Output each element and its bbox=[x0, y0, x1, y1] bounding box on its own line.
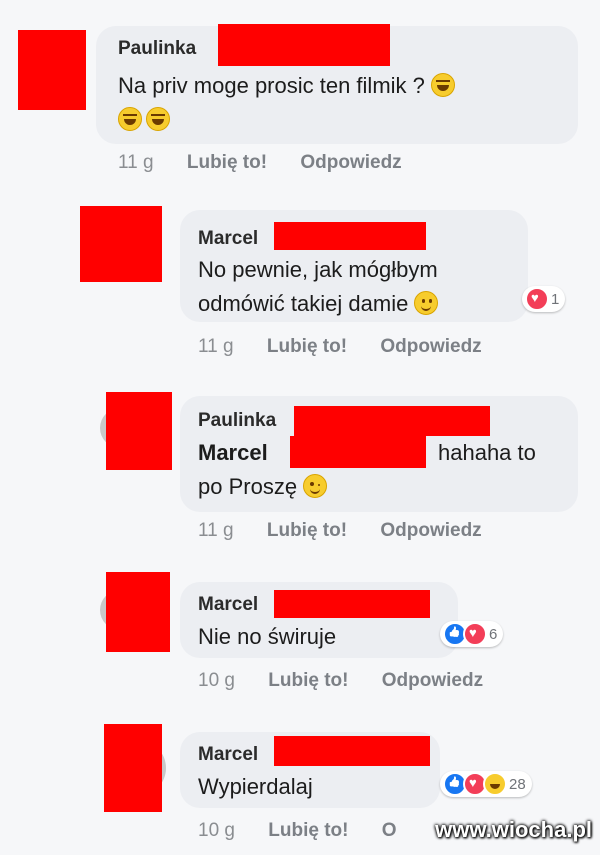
avatar[interactable] bbox=[80, 206, 162, 282]
comment-text: Marcel bbox=[198, 437, 268, 469]
author-name[interactable]: Marcel bbox=[198, 228, 258, 250]
avatar[interactable] bbox=[106, 572, 170, 652]
avatar[interactable] bbox=[104, 724, 162, 812]
winking-emoji-icon bbox=[303, 474, 328, 498]
reply-button[interactable]: O bbox=[382, 820, 397, 841]
laughing-emoji-icon bbox=[431, 73, 456, 97]
laughing-emoji-icon bbox=[146, 107, 170, 131]
reaction-summary[interactable]: 28 bbox=[440, 771, 532, 797]
comment-time[interactable]: 10 g bbox=[198, 670, 235, 691]
comment-meta: 11 g Lubię to! Odpowiedz bbox=[118, 152, 402, 174]
comment-text-line: odmówić takiej damie bbox=[198, 291, 409, 316]
comment-text: No pewnie, jak mógłbym bbox=[198, 257, 438, 282]
watermark: www.wiocha.pl bbox=[435, 817, 592, 842]
redaction-bar bbox=[274, 222, 426, 250]
comment-text: odmówić takiej damie bbox=[198, 288, 439, 320]
comment-text: Wypierdalaj bbox=[198, 774, 313, 799]
author-name[interactable]: Paulinka bbox=[118, 38, 196, 60]
redaction-bar bbox=[218, 24, 390, 66]
reply-button[interactable]: Odpowiedz bbox=[380, 520, 481, 541]
reply-button[interactable]: Odpowiedz bbox=[300, 152, 401, 173]
laughing-emoji-icon bbox=[118, 107, 142, 131]
comment-text-line: po Proszę bbox=[198, 474, 298, 499]
like-button[interactable]: Lubię to! bbox=[187, 152, 267, 173]
reaction-count: 6 bbox=[489, 625, 498, 643]
like-button[interactable]: Lubię to! bbox=[267, 520, 347, 541]
like-button[interactable]: Lubię to! bbox=[267, 336, 347, 357]
reaction-summary[interactable]: 1 bbox=[522, 286, 566, 312]
comment-meta: 11 g Lubię to! Odpowiedz bbox=[198, 520, 482, 542]
comment-time[interactable]: 11 g bbox=[198, 336, 234, 357]
love-reaction-icon bbox=[525, 287, 549, 311]
redaction-bar bbox=[294, 406, 490, 436]
avatar[interactable] bbox=[18, 30, 86, 110]
comment-time[interactable]: 10 g bbox=[198, 820, 235, 841]
comment-emoji-row bbox=[118, 104, 170, 136]
like-button[interactable]: Lubię to! bbox=[268, 670, 348, 691]
comment-meta: 10 g Lubię to! Odpowiedz bbox=[198, 670, 483, 692]
comment-text: Nie no świruje bbox=[198, 624, 337, 649]
comment-meta: 11 g Lubię to! Odpowiedz bbox=[198, 336, 482, 358]
comment-text: Na priv moge prosic ten filmik ? bbox=[118, 70, 456, 102]
reaction-summary[interactable]: 6 bbox=[440, 621, 504, 647]
comment-meta: 10 g Lubię to! O bbox=[198, 820, 397, 842]
comment-text-tail: hahaha to bbox=[438, 440, 536, 465]
haha-reaction-icon bbox=[483, 772, 507, 796]
reply-button[interactable]: Odpowiedz bbox=[382, 670, 483, 691]
comment-text: po Proszę bbox=[198, 471, 328, 503]
comment-time[interactable]: 11 g bbox=[198, 520, 234, 541]
author-name[interactable]: Paulinka bbox=[198, 410, 276, 432]
author-name[interactable]: Marcel bbox=[198, 594, 258, 616]
redaction-bar bbox=[274, 736, 430, 766]
avatar[interactable] bbox=[106, 392, 172, 470]
comment-time[interactable]: 11 g bbox=[118, 152, 154, 173]
mention-link[interactable]: Marcel bbox=[198, 440, 268, 465]
reaction-count: 1 bbox=[551, 290, 560, 308]
author-name[interactable]: Marcel bbox=[198, 744, 258, 766]
smiling-emoji-icon bbox=[414, 291, 439, 315]
comment-text-line: Na priv moge prosic ten filmik ? bbox=[118, 73, 425, 98]
reply-button[interactable]: Odpowiedz bbox=[380, 336, 481, 357]
redaction-bar bbox=[274, 590, 430, 618]
redaction-bar bbox=[290, 436, 426, 468]
reaction-count: 28 bbox=[509, 775, 526, 793]
like-button[interactable]: Lubię to! bbox=[268, 820, 348, 841]
love-reaction-icon bbox=[463, 622, 487, 646]
